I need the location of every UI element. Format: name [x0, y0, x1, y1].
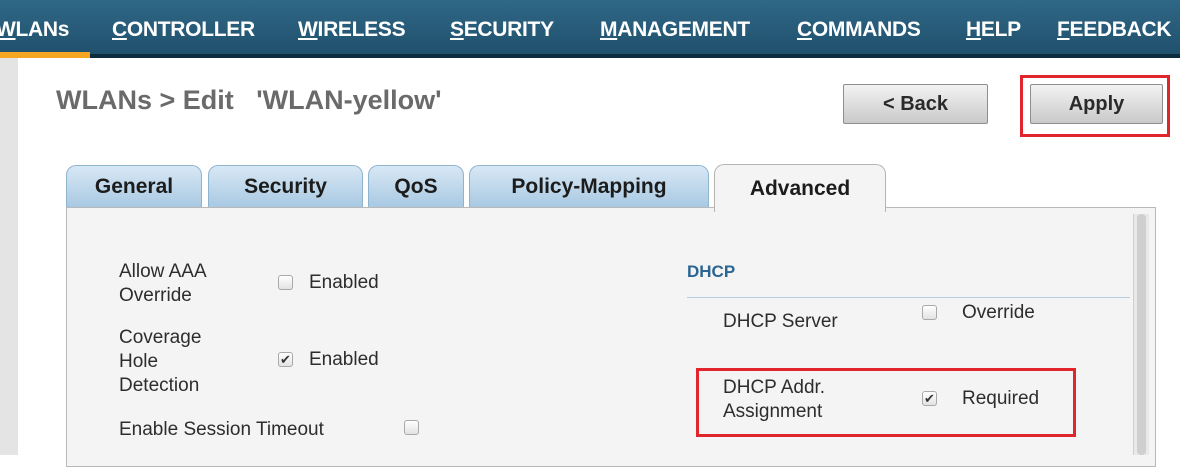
panel-scrollbar[interactable] — [1133, 214, 1149, 455]
dhcp-server-override-label: Override — [962, 302, 1035, 323]
coverage-hole-checkbox[interactable]: ✔ — [278, 352, 293, 367]
nav-wlans[interactable]: WLANs — [0, 18, 69, 42]
nav-security[interactable]: SECURITY — [450, 18, 554, 42]
apply-highlight-box — [1020, 75, 1170, 137]
top-nav-bar: WLANs CONTROLLER WIRELESS SECURITY MANAG… — [0, 0, 1180, 58]
dhcp-section-heading: DHCP — [687, 262, 736, 281]
nav-wireless[interactable]: WIRELESS — [298, 18, 406, 42]
tab-security[interactable]: Security — [208, 165, 363, 208]
dhcp-server-override-checkbox[interactable] — [922, 305, 937, 320]
tab-policy-mapping[interactable]: Policy-Mapping — [469, 165, 709, 208]
tab-qos[interactable]: QoS — [368, 165, 464, 208]
tab-advanced[interactable]: Advanced — [714, 164, 886, 212]
coverage-hole-value-label: Enabled — [309, 349, 379, 370]
nav-management[interactable]: MANAGEMENT — [600, 18, 750, 42]
dhcp-server-label: DHCP Server — [723, 311, 838, 332]
tab-general[interactable]: General — [66, 165, 202, 208]
nav-help[interactable]: HELP — [966, 18, 1021, 42]
scrollbar-thumb[interactable] — [1137, 214, 1146, 455]
coverage-hole-label-line2: Hole — [119, 351, 159, 372]
aaa-override-checkbox[interactable] — [278, 275, 293, 290]
session-timeout-label: Enable Session Timeout — [119, 419, 324, 440]
dhcp-addr-highlight-box — [696, 368, 1076, 437]
back-button[interactable]: < Back — [843, 84, 988, 124]
aaa-override-label-line2: Override — [119, 285, 192, 306]
nav-commands[interactable]: COMMANDS — [797, 18, 921, 42]
nav-divider — [90, 54, 1180, 58]
session-timeout-checkbox[interactable] — [404, 420, 419, 435]
nav-controller[interactable]: CONTROLLER — [112, 18, 255, 42]
coverage-hole-label-line3: Detection — [119, 375, 200, 396]
left-sidebar-strip — [0, 58, 18, 455]
coverage-hole-label-line1: Coverage — [119, 327, 202, 348]
aaa-override-value-label: Enabled — [309, 272, 379, 293]
aaa-override-label-line1: Allow AAA — [119, 261, 207, 282]
dhcp-section-divider — [687, 297, 1130, 298]
page-title: WLANs > Edit 'WLAN-yellow' — [56, 85, 442, 115]
nav-feedback[interactable]: FEEDBACK — [1057, 18, 1172, 42]
